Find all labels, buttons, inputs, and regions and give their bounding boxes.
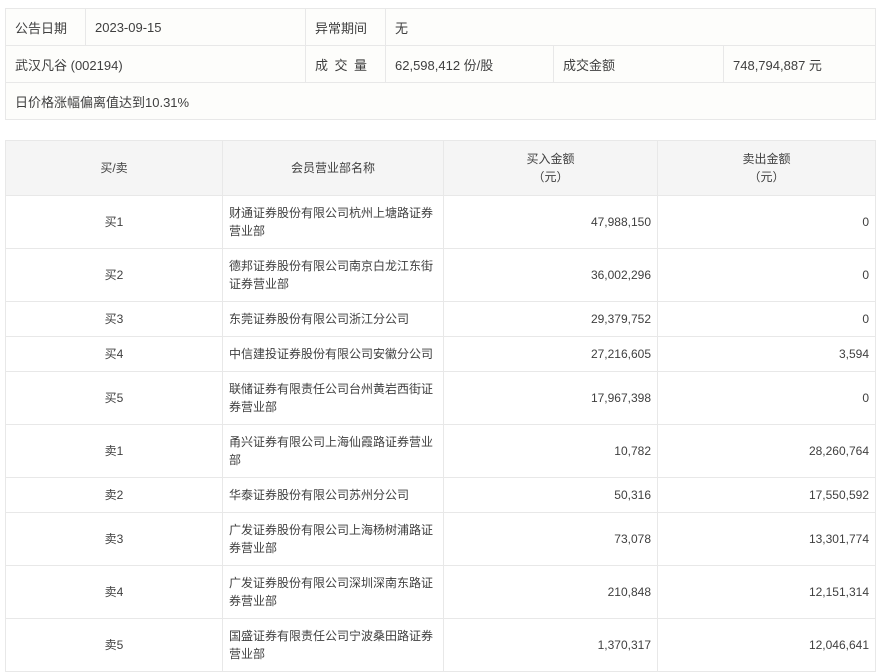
broker-table-section: 买/卖 会员营业部名称 买入金额 （元） 卖出金额 （元） 买1 财通证券股份有… [5,140,876,672]
announce-date-label-text: 公告日期 [15,18,67,37]
table-row: 卖5 国盛证券有限责任公司宁波桑田路证券营业部 1,370,317 12,046… [6,619,876,672]
sell-amount-cell: 0 [658,196,876,249]
branch-cell: 财通证券股份有限公司杭州上塘路证券营业部 [223,196,444,249]
branch-cell: 东莞证券股份有限公司浙江分公司 [223,302,444,337]
stock-info-section: 公告日期 2023-09-15 异常期间 无 武汉凡谷 (002194) 成交量… [5,8,876,120]
stock-info-table: 公告日期 2023-09-15 异常期间 无 武汉凡谷 (002194) 成交量… [5,8,876,120]
col-header-sell-amount: 卖出金额 （元） [658,141,876,196]
info-row-announce: 公告日期 2023-09-15 异常期间 无 [6,9,876,46]
branch-cell: 广发证券股份有限公司深圳深南东路证券营业部 [223,566,444,619]
volume-label-text: 成交量 [315,55,367,74]
branch-cell: 联储证券有限责任公司台州黄岩西街证券营业部 [223,372,444,425]
sell-amount-cell: 17,550,592 [658,478,876,513]
table-row: 买3 东莞证券股份有限公司浙江分公司 29,379,752 0 [6,302,876,337]
announce-date-label: 公告日期 [6,9,86,46]
buy-amount-cell: 210,848 [444,566,658,619]
buy-amount-cell: 1,370,317 [444,619,658,672]
col-header-buy-amount: 买入金额 （元） [444,141,658,196]
volume-value: 62,598,412 份/股 [386,46,554,83]
info-row-stock: 武汉凡谷 (002194) 成交量 62,598,412 份/股 成交金额 74… [6,46,876,83]
buy-amount-unit-text: （元） [450,168,651,186]
branch-cell: 国盛证券有限责任公司宁波桑田路证券营业部 [223,619,444,672]
turnover-label: 成交金额 [554,46,724,83]
table-row: 卖1 甬兴证券有限公司上海仙霞路证券营业部 10,782 28,260,764 [6,425,876,478]
broker-table: 买/卖 会员营业部名称 买入金额 （元） 卖出金额 （元） 买1 财通证券股份有… [5,140,876,672]
deviation-note: 日价格涨幅偏离值达到10.31% [6,83,876,120]
turnover-label-text: 成交金额 [563,55,615,74]
col-header-branch: 会员营业部名称 [223,141,444,196]
table-header-row: 买/卖 会员营业部名称 买入金额 （元） 卖出金额 （元） [6,141,876,196]
side-cell: 买2 [6,249,223,302]
sell-amount-cell: 28,260,764 [658,425,876,478]
side-cell: 买1 [6,196,223,249]
table-row: 卖4 广发证券股份有限公司深圳深南东路证券营业部 210,848 12,151,… [6,566,876,619]
side-cell: 卖3 [6,513,223,566]
sell-amount-cell: 0 [658,372,876,425]
abnormal-period-label: 异常期间 [306,9,386,46]
sell-amount-cell: 13,301,774 [658,513,876,566]
buy-amount-header-text: 买入金额 [450,150,651,168]
sell-amount-unit-text: （元） [664,168,869,186]
table-row: 买2 德邦证券股份有限公司南京白龙江东街证券营业部 36,002,296 0 [6,249,876,302]
buy-amount-cell: 73,078 [444,513,658,566]
sell-amount-cell: 0 [658,302,876,337]
sell-amount-cell: 0 [658,249,876,302]
branch-cell: 华泰证券股份有限公司苏州分公司 [223,478,444,513]
announce-date-value: 2023-09-15 [86,9,306,46]
table-row: 买4 中信建投证券股份有限公司安徽分公司 27,216,605 3,594 [6,337,876,372]
info-row-note: 日价格涨幅偏离值达到10.31% [6,83,876,120]
volume-label: 成交量 [306,46,386,83]
side-cell: 买5 [6,372,223,425]
buy-amount-cell: 27,216,605 [444,337,658,372]
table-row: 卖3 广发证券股份有限公司上海杨树浦路证券营业部 73,078 13,301,7… [6,513,876,566]
sell-amount-cell: 3,594 [658,337,876,372]
col-header-side: 买/卖 [6,141,223,196]
sell-amount-cell: 12,151,314 [658,566,876,619]
turnover-value: 748,794,887 元 [724,46,876,83]
sell-amount-header-text: 卖出金额 [664,150,869,168]
buy-amount-cell: 29,379,752 [444,302,658,337]
sell-amount-cell: 12,046,641 [658,619,876,672]
buy-amount-cell: 50,316 [444,478,658,513]
table-row: 买1 财通证券股份有限公司杭州上塘路证券营业部 47,988,150 0 [6,196,876,249]
side-cell: 卖4 [6,566,223,619]
table-row: 卖2 华泰证券股份有限公司苏州分公司 50,316 17,550,592 [6,478,876,513]
branch-cell: 德邦证券股份有限公司南京白龙江东街证券营业部 [223,249,444,302]
abnormal-period-label-text: 异常期间 [315,18,367,37]
stock-title: 武汉凡谷 (002194) [6,46,306,83]
branch-cell: 中信建投证券股份有限公司安徽分公司 [223,337,444,372]
buy-amount-cell: 47,988,150 [444,196,658,249]
side-cell: 卖2 [6,478,223,513]
table-row: 买5 联储证券有限责任公司台州黄岩西街证券营业部 17,967,398 0 [6,372,876,425]
side-cell: 买4 [6,337,223,372]
side-cell: 卖1 [6,425,223,478]
buy-amount-cell: 36,002,296 [444,249,658,302]
side-cell: 买3 [6,302,223,337]
abnormal-period-value: 无 [386,9,876,46]
branch-cell: 甬兴证券有限公司上海仙霞路证券营业部 [223,425,444,478]
branch-cell: 广发证券股份有限公司上海杨树浦路证券营业部 [223,513,444,566]
buy-amount-cell: 10,782 [444,425,658,478]
buy-amount-cell: 17,967,398 [444,372,658,425]
side-cell: 卖5 [6,619,223,672]
